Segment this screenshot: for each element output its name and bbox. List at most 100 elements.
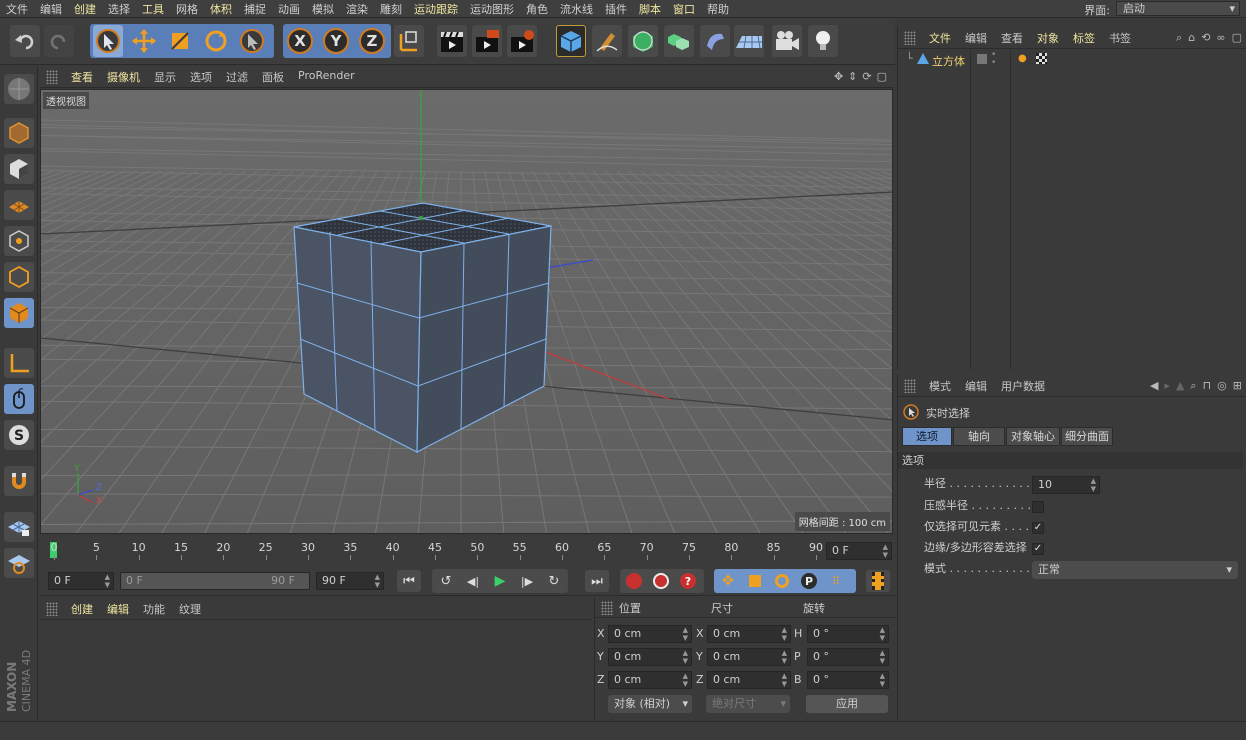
panel-grip[interactable] xyxy=(904,30,916,45)
max-frame-field[interactable]: 90 F ▲ ▼ xyxy=(316,572,384,590)
frame-ruler[interactable]: 0 5 10 15 20 25 30 35 40 45 50 55 60 65 70 75 80 85 90 xyxy=(50,540,823,560)
scheme-button[interactable] xyxy=(866,570,890,592)
only-visible-checkbox[interactable]: ✓ xyxy=(1032,522,1044,534)
main-menu-item-7[interactable]: 捕捉 xyxy=(238,1,272,17)
visibility-toggle-icon[interactable] xyxy=(977,54,987,64)
main-menu-item-19[interactable]: 帮助 xyxy=(701,1,735,17)
attribute-menu-item-0[interactable]: 模式 xyxy=(922,378,958,394)
main-menu-item-10[interactable]: 渲染 xyxy=(340,1,374,17)
auto-key-button[interactable] xyxy=(649,570,673,592)
redo-button[interactable] xyxy=(44,25,74,57)
position-key-button[interactable]: ✥ xyxy=(716,570,740,592)
x-axis-button[interactable]: X xyxy=(285,25,315,57)
array-button[interactable] xyxy=(664,25,694,57)
coordinate-system-button[interactable] xyxy=(394,25,424,57)
rotation-field[interactable]: 0 ° ▲ ▼ xyxy=(807,648,889,666)
attribute-tab-0[interactable]: 选项 xyxy=(902,427,952,446)
main-menu-item-3[interactable]: 选择 xyxy=(102,1,136,17)
main-menu-item-11[interactable]: 雕刻 xyxy=(374,1,408,17)
size-field[interactable]: 0 cm ▲ ▼ xyxy=(707,671,791,689)
attribute-menu-item-2[interactable]: 用户数据 xyxy=(994,378,1052,394)
attribute-tab-2[interactable]: 对象轴心 xyxy=(1006,427,1060,446)
keyframe-selection-button[interactable]: ? xyxy=(676,570,700,592)
viewport-menu-item-4[interactable]: 过滤 xyxy=(219,69,255,85)
pressure-radius-checkbox[interactable] xyxy=(1032,501,1044,513)
phong-tag-icon[interactable]: ● xyxy=(1018,53,1027,64)
viewport-menu-item-6[interactable]: ProRender xyxy=(291,69,362,85)
tweak-mode-button[interactable] xyxy=(4,384,34,414)
parameter-key-button[interactable]: P xyxy=(797,570,821,592)
render-view-button[interactable] xyxy=(437,25,467,57)
live-select-button[interactable] xyxy=(93,25,123,57)
viewport-menu-item-5[interactable]: 面板 xyxy=(255,69,291,85)
subdivision-button[interactable] xyxy=(628,25,658,57)
layout-select[interactable]: 启动 ▾ xyxy=(1116,1,1240,16)
material-menu-item-3[interactable]: 纹理 xyxy=(172,601,208,617)
main-menu-item-9[interactable]: 模拟 xyxy=(306,1,340,17)
y-axis-button[interactable]: Y xyxy=(321,25,351,57)
next-frame-button[interactable]: |▶ xyxy=(515,570,539,592)
snap-button[interactable] xyxy=(4,466,34,496)
end-frame-field[interactable]: 0 F ▲ ▼ xyxy=(826,542,892,560)
object-menu-item-4[interactable]: 标签 xyxy=(1066,30,1102,46)
main-menu-item-6[interactable]: 体积 xyxy=(204,1,238,17)
viewport-menu-item-0[interactable]: 查看 xyxy=(64,69,100,85)
forward-arrow-icon[interactable]: ▸ xyxy=(1164,379,1170,393)
search-icon[interactable]: ⌕ xyxy=(1176,31,1182,45)
viewport-menu-item-1[interactable]: 摄像机 xyxy=(100,69,147,85)
coordinate-mode-dropdown[interactable]: 对象 (相对) ▾ xyxy=(608,695,692,713)
perspective-viewport[interactable]: 透视视图 Y Z X 网格间距 : 100 cm xyxy=(40,89,893,534)
object-menu-item-1[interactable]: 编辑 xyxy=(958,30,994,46)
prev-frame-button[interactable]: ◀| xyxy=(461,570,485,592)
solo-button[interactable]: S xyxy=(4,420,34,450)
record-button[interactable] xyxy=(622,570,646,592)
position-field[interactable]: 0 cm ▲ ▼ xyxy=(608,671,692,689)
main-menu-item-18[interactable]: 窗口 xyxy=(667,1,701,17)
axis-mode-button[interactable] xyxy=(4,348,34,378)
prev-key-button[interactable]: ↺ xyxy=(434,570,458,592)
material-menu-item-0[interactable]: 创建 xyxy=(64,601,100,617)
next-key-button[interactable]: ↻ xyxy=(542,570,566,592)
locked-workplane-button[interactable] xyxy=(4,512,34,542)
cube-object-button[interactable] xyxy=(556,25,586,57)
link-icon[interactable]: ∞ xyxy=(1216,31,1225,45)
panel-grip[interactable] xyxy=(46,69,58,84)
scale-button[interactable] xyxy=(165,25,195,57)
main-menu-item-16[interactable]: 插件 xyxy=(599,1,633,17)
main-menu-item-15[interactable]: 流水线 xyxy=(554,1,599,17)
viewport-menu-item-2[interactable]: 显示 xyxy=(147,69,183,85)
timeline-ruler[interactable]: 0 5 10 15 20 25 30 35 40 45 50 55 60 65 70 75 80 85 90 0 F… xyxy=(40,536,895,564)
size-mode-dropdown[interactable]: 绝对尺寸 ▾ xyxy=(706,695,790,713)
scale-key-button[interactable] xyxy=(743,570,767,592)
main-menu-item-1[interactable]: 编辑 xyxy=(34,1,68,17)
rotation-key-button[interactable] xyxy=(770,570,794,592)
mode-dropdown[interactable]: 正常 ▾ xyxy=(1032,561,1238,579)
main-menu-item-8[interactable]: 动画 xyxy=(272,1,306,17)
play-button[interactable]: ▶ xyxy=(488,570,512,592)
back-arrow-icon[interactable]: ◀ xyxy=(1150,379,1158,393)
rotation-field[interactable]: 0 ° ▲ ▼ xyxy=(807,671,889,689)
undo-button[interactable] xyxy=(10,25,40,57)
radius-field[interactable]: 10 ▲ ▼ xyxy=(1032,476,1100,494)
polygons-mode-button[interactable] xyxy=(4,298,34,328)
lock-icon[interactable]: ⊓ xyxy=(1203,379,1212,393)
deformer-button[interactable] xyxy=(700,25,730,57)
main-menu-item-5[interactable]: 网格 xyxy=(170,1,204,17)
new-panel-icon[interactable]: ⊞ xyxy=(1233,379,1242,393)
dolly-icon[interactable]: ⇕ xyxy=(848,70,857,83)
rotation-field[interactable]: 0 ° ▲ ▼ xyxy=(807,625,889,643)
material-menu-item-2[interactable]: 功能 xyxy=(136,601,172,617)
edges-mode-button[interactable] xyxy=(4,262,34,292)
floor-button[interactable] xyxy=(734,25,764,57)
z-axis-button[interactable]: Z xyxy=(357,25,387,57)
point-level-key-button[interactable]: ⠿ xyxy=(824,570,848,592)
goto-start-button[interactable]: ⏮ xyxy=(397,570,421,592)
maximize-view-icon[interactable]: ▢ xyxy=(877,70,887,83)
checker-material-tag-icon[interactable] xyxy=(1036,53,1047,64)
main-menu-item-4[interactable]: 工具 xyxy=(136,1,170,17)
preview-range-slider[interactable]: 0 F 90 F xyxy=(120,572,310,590)
tolerance-select-checkbox[interactable]: ✓ xyxy=(1032,543,1044,555)
main-menu-item-12[interactable]: 运动跟踪 xyxy=(408,1,464,17)
object-menu-item-3[interactable]: 对象 xyxy=(1030,30,1066,46)
position-field[interactable]: 0 cm ▲ ▼ xyxy=(608,648,692,666)
